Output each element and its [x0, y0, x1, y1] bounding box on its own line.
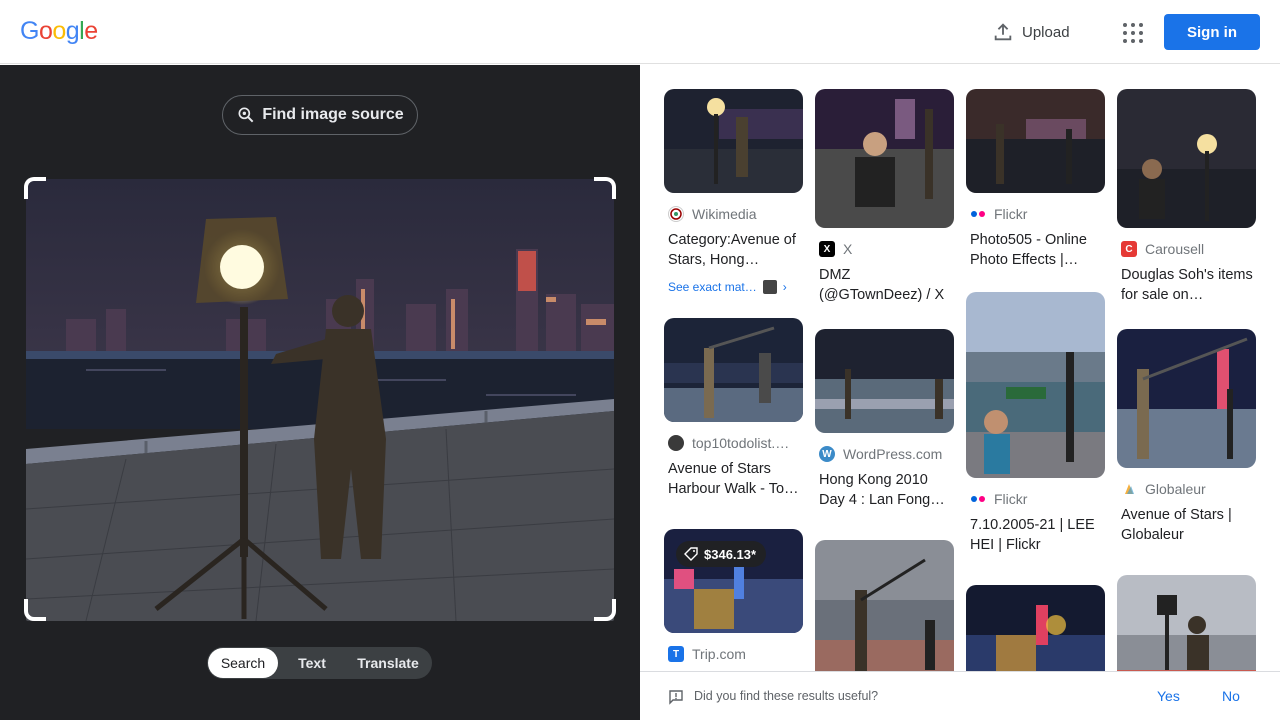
result-card	[966, 585, 1105, 671]
result-thumbnail[interactable]: $346.13*	[664, 529, 803, 633]
result-title[interactable]: Hong Kong 2010 Day 4 : Lan Fong…	[819, 470, 954, 510]
globaleur-icon	[1121, 481, 1137, 497]
result-card: $346.13* T Trip.com	[664, 529, 803, 664]
logo-letter: g	[65, 17, 80, 45]
result-thumbnail[interactable]	[1117, 89, 1256, 228]
result-title[interactable]: 7.10.2005-21 | LEE HEI | Flickr	[970, 515, 1105, 555]
result-source-name: top10todolist.…	[692, 435, 790, 451]
result-title[interactable]: Douglas Soh's items for sale on…	[1121, 265, 1256, 305]
top-bar: Google Upload Sign in	[0, 0, 1280, 64]
result-card: Flickr 7.10.2005-21 | LEE HEI | Flickr	[966, 292, 1105, 555]
logo-letter: o	[38, 17, 53, 45]
result-thumbnail[interactable]	[966, 585, 1105, 671]
result-thumbnail[interactable]	[966, 89, 1105, 193]
price-tag-icon	[684, 547, 698, 561]
result-card: W WordPress.com Hong Kong 2010 Day 4 : L…	[815, 329, 954, 510]
result-card: top10todolist.… Avenue of Stars Harbour …	[664, 318, 803, 499]
tab-search[interactable]: Search	[208, 648, 278, 678]
query-image-panel: Find image source Search Text Translate	[0, 65, 640, 720]
feedback-question: Did you find these results useful?	[694, 689, 879, 703]
x-icon: X	[819, 241, 835, 257]
result-source[interactable]: X X	[819, 239, 954, 259]
find-image-source-label: Find image source	[262, 106, 404, 123]
chevron-right-icon: ›	[782, 280, 787, 294]
see-exact-matches-link[interactable]: See exact mat… ›	[668, 280, 803, 294]
mode-tabs: Search Text Translate	[207, 647, 432, 679]
result-source[interactable]: Flickr	[970, 489, 1105, 509]
price-badge: $346.13*	[676, 541, 767, 567]
feedback-no-button[interactable]: No	[1222, 688, 1240, 704]
result-thumbnail[interactable]	[1117, 575, 1256, 671]
result-source-name: Flickr	[994, 206, 1028, 222]
logo-letter: o	[52, 17, 66, 45]
flickr-icon	[970, 206, 986, 222]
result-source[interactable]: top10todolist.…	[668, 433, 803, 453]
result-thumbnail[interactable]	[815, 329, 954, 433]
sign-in-button[interactable]: Sign in	[1164, 14, 1260, 50]
lens-search-icon	[238, 107, 254, 123]
result-title[interactable]: Avenue of Stars Harbour Walk - To…	[668, 459, 803, 499]
find-image-source-button[interactable]: Find image source	[222, 95, 418, 135]
result-card: Globaleur Avenue of Stars | Globaleur	[1117, 329, 1256, 545]
exact-match-thumbnail	[762, 280, 777, 294]
see-exact-matches-label: See exact mat…	[668, 280, 757, 294]
result-thumbnail[interactable]	[1117, 329, 1256, 468]
upload-label: Upload	[1022, 23, 1070, 41]
result-source-name: Trip.com	[692, 646, 746, 662]
result-title[interactable]: Category:Avenue of Stars, Hong…	[668, 230, 803, 270]
result-title[interactable]: Avenue of Stars | Globaleur	[1121, 505, 1256, 545]
results-panel: Wikimedia Category:Avenue of Stars, Hong…	[640, 65, 1280, 671]
result-source[interactable]: Flickr	[970, 204, 1105, 224]
logo-letter: G	[20, 17, 39, 45]
result-source[interactable]: W WordPress.com	[819, 444, 954, 464]
upload-icon	[994, 23, 1012, 41]
result-card	[1117, 575, 1256, 671]
feedback-yes-button[interactable]: Yes	[1157, 688, 1180, 704]
result-source[interactable]: Wikimedia	[668, 204, 803, 224]
crop-handle-top-right[interactable]	[594, 177, 616, 199]
wikimedia-icon	[668, 206, 684, 222]
result-thumbnail[interactable]	[966, 292, 1105, 478]
result-source-name: Flickr	[994, 491, 1028, 507]
google-logo[interactable]: Google	[20, 17, 98, 46]
tab-translate[interactable]: Translate	[346, 648, 430, 678]
result-card: X X DMZ (@GTownDeez) / X	[815, 89, 954, 305]
carousell-icon: C	[1121, 241, 1137, 257]
flickr-icon	[970, 491, 986, 507]
feedback-icon	[669, 690, 683, 705]
trip-icon: T	[668, 646, 684, 662]
result-source[interactable]: Globaleur	[1121, 479, 1256, 499]
result-source-name: Wikimedia	[692, 206, 757, 222]
crop-handle-bottom-left[interactable]	[24, 599, 46, 621]
feedback-bar: Did you find these results useful? Yes N…	[640, 671, 1280, 720]
result-source-name: Globaleur	[1145, 481, 1206, 497]
crop-handle-bottom-right[interactable]	[594, 599, 616, 621]
result-source[interactable]: T Trip.com	[668, 644, 803, 664]
upload-button[interactable]: Upload	[992, 18, 1070, 46]
result-thumbnail[interactable]	[815, 540, 954, 671]
result-card: Wikimedia Category:Avenue of Stars, Hong…	[664, 89, 803, 294]
apps-grid-icon[interactable]	[1119, 19, 1145, 45]
price-value: $346.13*	[704, 546, 757, 562]
top10-icon	[668, 435, 684, 451]
result-title[interactable]: DMZ (@GTownDeez) / X	[819, 265, 954, 305]
result-card: Flickr Photo505 - Online Photo Effects |…	[966, 89, 1105, 270]
result-source-name: Carousell	[1145, 241, 1205, 257]
result-source[interactable]: C Carousell	[1121, 239, 1256, 259]
crop-handle-top-left[interactable]	[24, 177, 46, 199]
result-thumbnail[interactable]	[664, 89, 803, 193]
query-image[interactable]	[26, 179, 614, 621]
result-thumbnail[interactable]	[664, 318, 803, 422]
result-card	[815, 540, 954, 671]
result-title[interactable]: Photo505 - Online Photo Effects |…	[970, 230, 1105, 270]
result-source-name: X	[843, 241, 853, 257]
result-thumbnail[interactable]	[815, 89, 954, 228]
wordpress-icon: W	[819, 446, 835, 462]
result-card: C Carousell Douglas Soh's items for sale…	[1117, 89, 1256, 305]
result-source-name: WordPress.com	[843, 446, 943, 462]
tab-text[interactable]: Text	[278, 648, 346, 678]
logo-letter: e	[84, 17, 98, 45]
